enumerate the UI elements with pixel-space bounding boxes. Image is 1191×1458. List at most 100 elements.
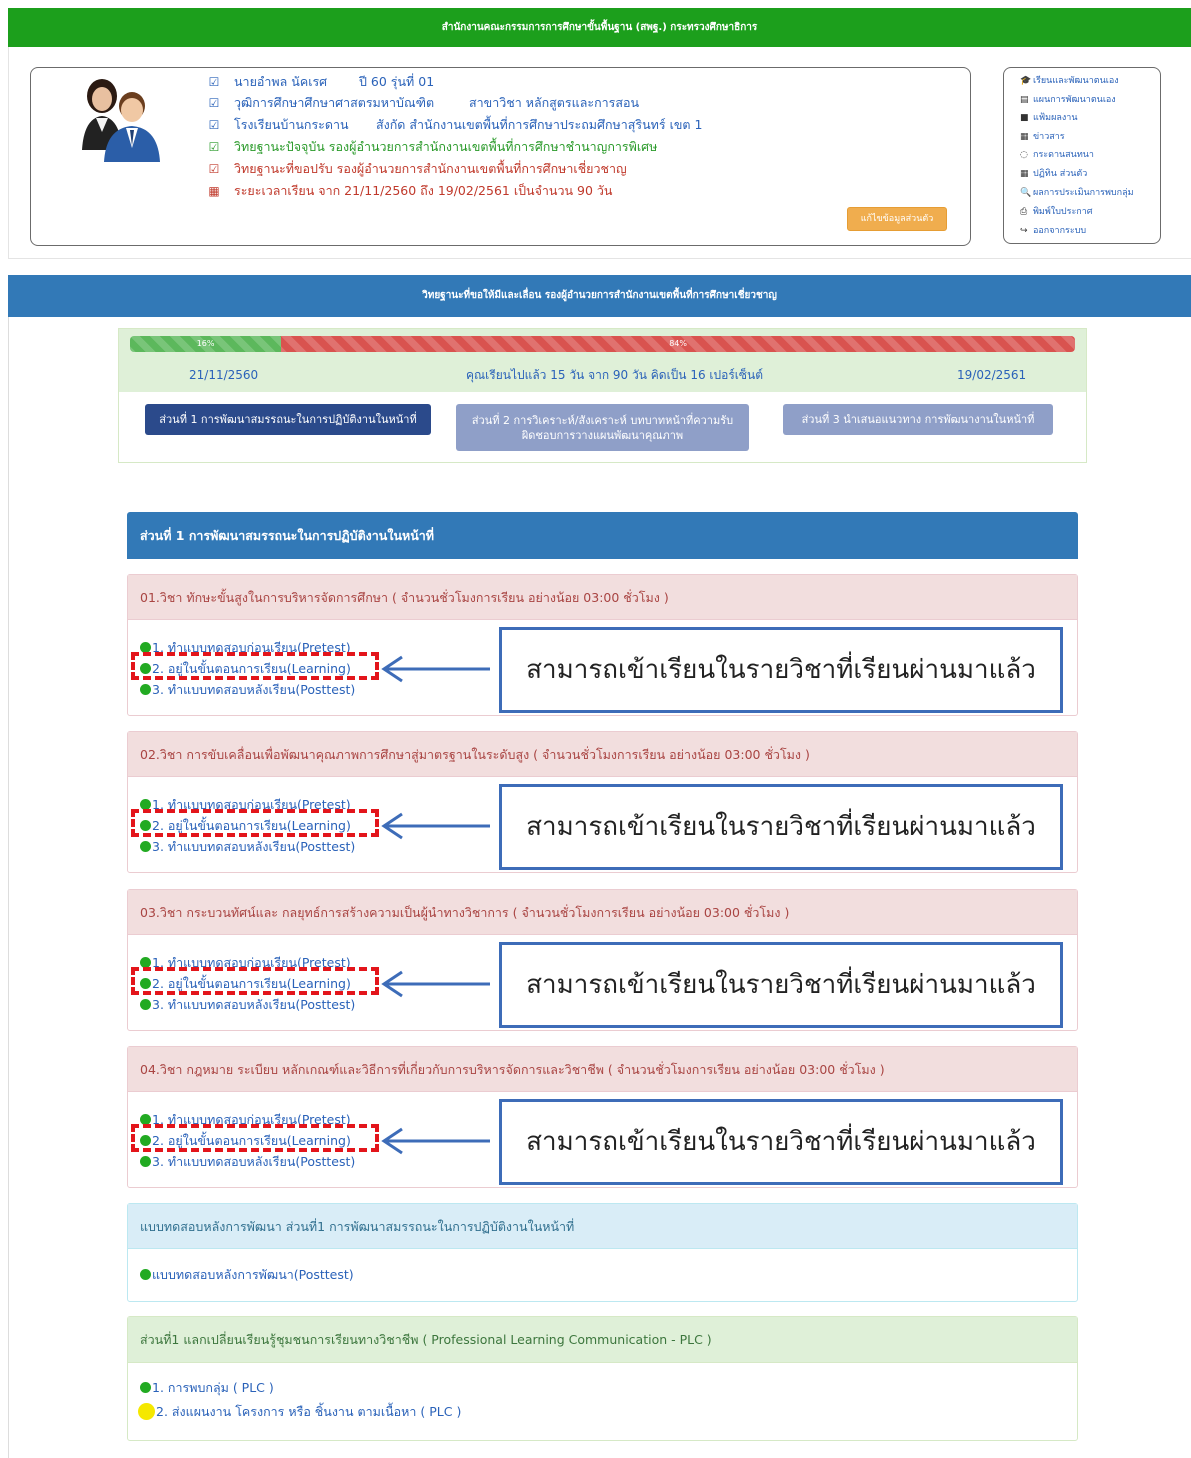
menu-item-label: แฟ้มผลงาน (1033, 113, 1078, 123)
profile-school: โรงเรียนบ้านกระดาน (234, 117, 349, 132)
progress-remaining-label: 84% (669, 339, 687, 348)
calendar-icon: ▤ (1020, 95, 1029, 105)
posttest-panel: แบบทดสอบหลังการพัฒนา ส่วนที่1 การพัฒนาสม… (127, 1203, 1078, 1302)
arrow-left-icon (381, 655, 490, 683)
profile-target-rank: วิทยฐานะที่ขอปรับ รองผู้อำนวยการสำนักงาน… (234, 161, 627, 176)
posttest-link-label: แบบทดสอบหลังการพัฒนา(Posttest) (152, 1267, 354, 1282)
step-label: 3. ทำแบบทดสอบหลังเรียน(Posttest) (152, 1154, 356, 1169)
profile-batch: ปี 60 รุ่นที่ 01 (359, 74, 435, 89)
posttest-link[interactable]: 3. ทำแบบทดสอบหลังเรียน(Posttest) (140, 1152, 355, 1172)
check-square-icon: ☑ (208, 162, 220, 176)
graduation-cap-icon: 🎓 (1020, 76, 1032, 86)
sign-out-icon: ↪ (1020, 226, 1028, 236)
user-avatar-icon (82, 79, 160, 162)
posttest-link[interactable]: 3. ทำแบบทดสอบหลังเรียน(Posttest) (140, 995, 355, 1015)
site-title: สำนักงานคณะกรรมการการศึกษาขั้นพื้นฐาน (ส… (441, 22, 758, 33)
newspaper-icon: ▦ (1020, 132, 1029, 142)
plc-item-label: 1. การพบกลุ่ม ( PLC ) (152, 1380, 274, 1395)
status-dot-icon (140, 1156, 151, 1167)
content-divider (8, 317, 9, 1458)
profile-affiliation: สังกัด สำนักงานเขตพื้นที่การศึกษาประถมศึ… (376, 117, 703, 132)
calendar-days-icon: ▦ (1020, 169, 1029, 179)
course-title: 03.วิชา กระบวนทัศน์และ กลยุทธ์การสร้างคว… (128, 890, 1077, 935)
menu-item-label: ออกจากระบบ (1033, 226, 1087, 236)
plc-item-submit[interactable]: 2. ส่งแผนงาน โครงการ หรือ ชิ้นงาน ตามเนื… (138, 1402, 461, 1422)
check-square-icon: ☑ (208, 118, 220, 132)
status-dot-icon (140, 999, 151, 1010)
posttest-link[interactable]: 3. ทำแบบทดสอบหลังเรียน(Posttest) (140, 680, 355, 700)
rank-section-header: วิทยฐานะที่ขอให้มีและเลื่อน รองผู้อำนวยก… (8, 275, 1191, 317)
menu-item[interactable]: ⎙ พิมพ์ใบประกาศ (1020, 204, 1093, 220)
progress-start-date: 21/11/2560 (189, 368, 259, 382)
arrow-left-icon (381, 1127, 490, 1155)
check-square-icon: ☑ (208, 96, 220, 110)
rank-section-title: วิทยฐานะที่ขอให้มีและเลื่อน รองผู้อำนวยก… (422, 290, 777, 301)
menu-item[interactable]: ◌ กระดานสนทนา (1020, 147, 1094, 163)
menu-item[interactable]: 🎓 เรียนและพัฒนาตนเอง (1020, 73, 1119, 89)
menu-item-label: พิมพ์ใบประกาศ (1033, 207, 1093, 217)
plc-item-meeting[interactable]: 1. การพบกลุ่ม ( PLC ) (140, 1378, 274, 1398)
status-dot-icon (140, 1382, 151, 1393)
plc-panel-title: ส่วนที่1 แลกเปลี่ยนเรียนรู้ชุมชนการเรียน… (128, 1317, 1077, 1363)
plc-panel: ส่วนที่1 แลกเปลี่ยนเรียนรู้ชุมชนการเรียน… (127, 1316, 1078, 1441)
annotation-note: สามารถเข้าเรียนในรายวิชาที่เรียนผ่านมาแล… (499, 784, 1063, 870)
part3-button[interactable]: ส่วนที่ 3 นำเสนอแนวทาง การพัฒนางานในหน้า… (783, 404, 1053, 435)
folder-icon: ■ (1020, 113, 1029, 123)
calendar-icon: ▦ (208, 184, 220, 198)
learning-highlight-box (131, 809, 379, 837)
progress-remaining-segment: 84% (281, 336, 1075, 352)
comments-icon: ◌ (1020, 150, 1028, 160)
profile-degree: วุฒิการศึกษาศึกษาศาสตรมหาบัณฑิต (234, 95, 435, 110)
status-dot-icon (140, 1269, 151, 1280)
menu-item[interactable]: ▤ แผนการพัฒนาตนเอง (1020, 92, 1116, 108)
learning-highlight-box (131, 1124, 379, 1152)
menu-item[interactable]: ↪ ออกจากระบบ (1020, 223, 1086, 239)
progress-summary: คุณเรียนไปแล้ว 15 วัน จาก 90 วัน คิดเป็น… (466, 368, 764, 382)
status-dot-icon (140, 841, 151, 852)
step-label: 3. ทำแบบทดสอบหลังเรียน(Posttest) (152, 682, 356, 697)
annotation-text: สามารถเข้าเรียนในรายวิชาที่เรียนผ่านมาแล… (526, 1127, 1036, 1157)
learning-highlight-box (131, 967, 379, 995)
menu-item-label: แผนการพัฒนาตนเอง (1033, 95, 1116, 105)
part2-button[interactable]: ส่วนที่ 2 การวิเคราะห์/สังเคราะห์ บทบาทห… (456, 404, 749, 451)
annotation-note: สามารถเข้าเรียนในรายวิชาที่เรียนผ่านมาแล… (499, 942, 1063, 1028)
posttest-link[interactable]: แบบทดสอบหลังการพัฒนา(Posttest) (140, 1265, 354, 1285)
menu-item-label: ปฏิทิน ส่วนตัว (1033, 169, 1088, 179)
status-dot-icon (140, 684, 151, 695)
menu-item[interactable]: 🔍 ผลการประเมินการพบกลุ่ม (1020, 185, 1134, 201)
progress-done-segment: 16% (130, 336, 282, 352)
search-icon: 🔍 (1020, 188, 1032, 198)
menu-item[interactable]: ▦ ข่าวสาร (1020, 129, 1065, 145)
edit-profile-button[interactable]: แก้ไขข้อมูลส่วนตัว (847, 207, 947, 231)
profile-name: นายอำพล นัคเรศ (234, 74, 328, 89)
plc-item-label: 2. ส่งแผนงาน โครงการ หรือ ชิ้นงาน ตามเนื… (156, 1404, 462, 1419)
step-label: 3. ทำแบบทดสอบหลังเรียน(Posttest) (152, 997, 356, 1012)
progress-end-date: 19/02/2561 (957, 368, 1027, 382)
menu-item[interactable]: ▦ ปฏิทิน ส่วนตัว (1020, 166, 1087, 182)
arrow-left-icon (381, 812, 490, 840)
menu-item-label: ผลการประเมินการพบกลุ่ม (1033, 188, 1134, 198)
print-icon: ⎙ (1020, 207, 1028, 217)
annotation-text: สามารถเข้าเรียนในรายวิชาที่เรียนผ่านมาแล… (526, 655, 1036, 685)
learning-highlight-box (131, 652, 379, 680)
menu-item-label: กระดานสนทนา (1033, 150, 1094, 160)
posttest-link[interactable]: 3. ทำแบบทดสอบหลังเรียน(Posttest) (140, 837, 355, 857)
profile-current-rank: วิทยฐานะปัจจุบัน รองผู้อำนวยการสำนักงานเ… (234, 139, 658, 154)
profile-major: สาขาวิชา หลักสูตรและการสอน (469, 95, 640, 110)
menu-item-label: เรียนและพัฒนาตนเอง (1033, 76, 1119, 86)
part1-button[interactable]: ส่วนที่ 1 การพัฒนาสมรรถนะในการปฏิบัติงาน… (145, 404, 431, 435)
posttest-panel-title: แบบทดสอบหลังการพัฒนา ส่วนที่1 การพัฒนาสม… (128, 1204, 1077, 1249)
annotation-text: สามารถเข้าเรียนในรายวิชาที่เรียนผ่านมาแล… (526, 812, 1036, 842)
profile-period: ระยะเวลาเรียน จาก 21/11/2560 ถึง 19/02/2… (234, 183, 613, 198)
annotation-note: สามารถเข้าเรียนในรายวิชาที่เรียนผ่านมาแล… (499, 627, 1063, 713)
annotation-text: สามารถเข้าเรียนในรายวิชาที่เรียนผ่านมาแล… (526, 970, 1036, 1000)
check-square-icon: ☑ (208, 140, 220, 154)
check-square-icon: ☑ (208, 75, 220, 89)
menu-item[interactable]: ■ แฟ้มผลงาน (1020, 110, 1078, 126)
step-label: 3. ทำแบบทดสอบหลังเรียน(Posttest) (152, 839, 356, 854)
site-header: สำนักงานคณะกรรมการการศึกษาขั้นพื้นฐาน (ส… (8, 8, 1191, 47)
annotation-note: สามารถเข้าเรียนในรายวิชาที่เรียนผ่านมาแล… (499, 1099, 1063, 1185)
menu-item-label: ข่าวสาร (1033, 132, 1065, 142)
study-progress-bar: 16% 84% (130, 336, 1075, 352)
course-title: 01.วิชา ทักษะขั้นสูงในการบริหารจัดการศึก… (128, 575, 1077, 620)
